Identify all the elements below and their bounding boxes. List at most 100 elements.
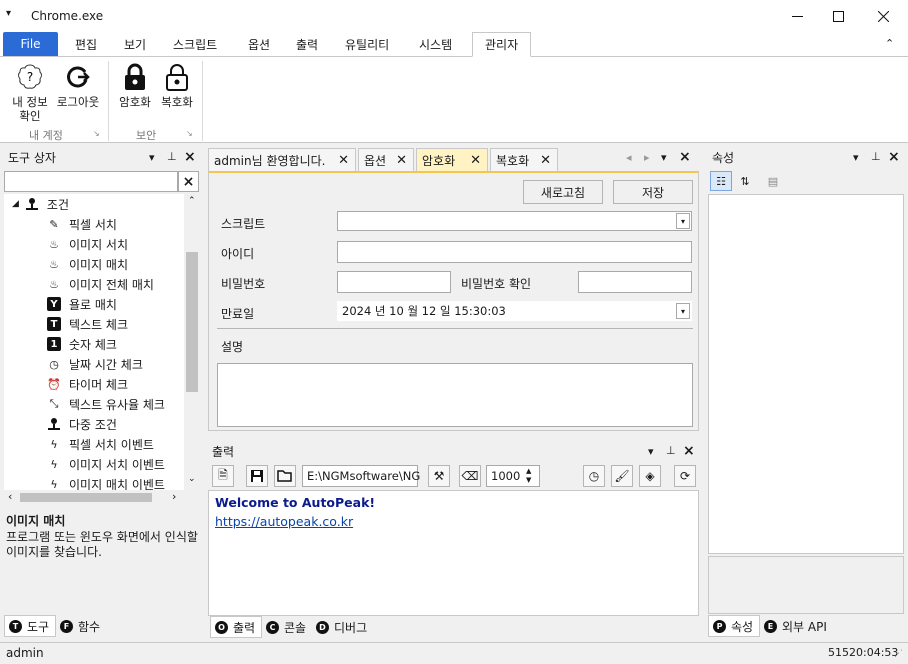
- menu-tab-output[interactable]: 출력: [284, 32, 330, 56]
- clean-icon[interactable]: ⚒: [428, 465, 450, 487]
- menu-tab-system[interactable]: 시스템: [407, 32, 464, 56]
- save-icon[interactable]: [246, 465, 268, 487]
- collapse-ribbon-icon[interactable]: ⌃: [885, 37, 894, 50]
- tab-list-icon[interactable]: ▾: [661, 151, 667, 164]
- maximize-button[interactable]: [815, 0, 861, 32]
- encrypt-button[interactable]: 암호화: [115, 61, 155, 109]
- line-count-stepper[interactable]: 1000: [486, 465, 540, 487]
- close-tab-icon[interactable]: ✕: [396, 153, 407, 168]
- minimize-button[interactable]: [774, 0, 820, 32]
- scroll-down-icon[interactable]: ⌄: [188, 474, 196, 484]
- tree-item-image-full-match[interactable]: ♨ 이미지 전체 매치: [46, 274, 154, 294]
- tab-scroll-right-icon[interactable]: ▸: [644, 151, 650, 164]
- tab-tools[interactable]: T 도구: [4, 615, 56, 637]
- tab-external-api[interactable]: E 외부 API: [760, 615, 834, 637]
- tree-item-number-check[interactable]: 1 숫자 체크: [46, 334, 117, 354]
- tab-scroll-left-icon[interactable]: ◂: [626, 151, 632, 164]
- horizontal-scrollbar[interactable]: ‹ ›: [4, 490, 200, 504]
- id-input[interactable]: [337, 241, 692, 263]
- categorized-icon[interactable]: ☷: [710, 171, 732, 191]
- brush-icon[interactable]: 🖌: [611, 465, 633, 487]
- tab-functions[interactable]: F 함수: [56, 615, 106, 637]
- dropdown-icon[interactable]: ▾: [853, 151, 859, 164]
- doc-tab-options[interactable]: 옵션 ✕: [358, 148, 414, 171]
- menu-tab-utility[interactable]: 유틸리티: [333, 32, 401, 56]
- system-menu-icon[interactable]: ▾: [6, 8, 11, 19]
- save-button[interactable]: 저장: [613, 180, 693, 204]
- toolbox-search-input[interactable]: [4, 171, 178, 192]
- tree-item-text-check[interactable]: T 텍스트 체크: [46, 314, 128, 334]
- dialog-launcher-icon[interactable]: ↘: [186, 129, 193, 138]
- scroll-up-icon[interactable]: ⌃: [188, 196, 196, 206]
- decrypt-button[interactable]: 복호화: [157, 61, 197, 109]
- output-link[interactable]: https://autopeak.co.kr: [215, 514, 353, 529]
- tree-item-datetime-check[interactable]: ◷ 날짜 시간 체크: [46, 354, 143, 374]
- clear-search-button[interactable]: ×: [178, 171, 199, 192]
- expiry-date-picker[interactable]: 2024 년 10 월 12 일 15:30:03: [337, 301, 692, 321]
- eraser-icon[interactable]: ⌫: [459, 465, 481, 487]
- stepper-arrows-icon[interactable]: ▲ ▼: [526, 467, 531, 485]
- hscrollbar-thumb[interactable]: [20, 493, 152, 502]
- close-tab-icon[interactable]: ✕: [470, 153, 481, 168]
- tree-item-image-search-event[interactable]: ϟ 이미지 서치 이벤트: [46, 454, 165, 474]
- property-pages-icon[interactable]: ▤: [762, 171, 784, 191]
- tree-item-pixel-search[interactable]: ✎ 픽셀 서치: [46, 214, 117, 234]
- tree-item-image-search[interactable]: ♨ 이미지 서치: [46, 234, 128, 254]
- property-grid[interactable]: [708, 194, 904, 554]
- close-icon[interactable]: ×: [683, 443, 695, 459]
- menu-tab-options[interactable]: 옵션: [236, 32, 282, 56]
- pin-icon[interactable]: ⊥: [666, 444, 676, 457]
- sort-alpha-icon[interactable]: ⇅: [734, 171, 756, 191]
- close-icon[interactable]: ×: [888, 149, 900, 165]
- menu-tab-script[interactable]: 스크립트: [161, 32, 229, 56]
- tree-item-image-match[interactable]: ♨ 이미지 매치: [46, 254, 128, 274]
- new-file-icon[interactable]: 🗎: [212, 465, 234, 487]
- refresh-icon[interactable]: ⟳: [674, 465, 696, 487]
- dropdown-arrow-icon[interactable]: ▾: [676, 213, 690, 229]
- clock-icon[interactable]: ◷: [583, 465, 605, 487]
- tab-output[interactable]: O 출력: [210, 616, 262, 638]
- pin-icon[interactable]: ⊥: [167, 150, 177, 163]
- paint-bucket-icon[interactable]: ◈: [639, 465, 661, 487]
- collapse-arrow-icon[interactable]: ◢: [12, 199, 19, 209]
- resize-grip-icon[interactable]: ⋰: [894, 649, 903, 659]
- doc-tab-encrypt[interactable]: 암호화 ✕: [416, 148, 488, 171]
- date-dropdown-icon[interactable]: ▾: [676, 303, 690, 319]
- menu-tab-edit[interactable]: 편집: [63, 32, 109, 56]
- password-input[interactable]: [337, 271, 451, 293]
- doc-tab-welcome[interactable]: admin님 환영합니다. ✕: [208, 148, 356, 171]
- doc-tab-decrypt[interactable]: 복호화 ✕: [490, 148, 558, 171]
- tree-item-text-similarity[interactable]: ⤡ 텍스트 유사율 체크: [46, 394, 165, 414]
- file-menu-tab[interactable]: File: [3, 32, 58, 56]
- scroll-left-icon[interactable]: ‹: [8, 490, 12, 503]
- tree-item-multi-condition[interactable]: 다중 조건: [46, 414, 117, 434]
- scroll-right-icon[interactable]: ›: [172, 490, 176, 503]
- close-tab-icon[interactable]: ✕: [540, 153, 551, 168]
- dropdown-icon[interactable]: ▾: [149, 151, 155, 164]
- tab-debug[interactable]: D 디버그: [312, 616, 374, 638]
- dialog-launcher-icon[interactable]: ↘: [93, 129, 100, 138]
- close-icon[interactable]: ×: [184, 149, 196, 165]
- dropdown-icon[interactable]: ▾: [648, 445, 654, 458]
- close-document-icon[interactable]: ×: [679, 149, 691, 165]
- my-info-button[interactable]: ? 내 정보 확인: [8, 61, 52, 123]
- pin-icon[interactable]: ⊥: [871, 150, 881, 163]
- refresh-button[interactable]: 새로고침: [523, 180, 603, 204]
- tree-item-timer-check[interactable]: ⏰ 타이머 체크: [46, 374, 128, 394]
- tab-properties[interactable]: P 속성: [708, 615, 760, 637]
- output-console[interactable]: Welcome to AutoPeak! https://autopeak.co…: [208, 490, 699, 616]
- menu-tab-view[interactable]: 보기: [112, 32, 158, 56]
- tree-root-conditions[interactable]: ◢ 조건: [12, 194, 69, 214]
- tree-item-yolo-match[interactable]: Y 욜로 매치: [46, 294, 117, 314]
- vertical-scrollbar[interactable]: ⌃ ⌄: [184, 194, 200, 490]
- output-path-input[interactable]: E:\NGMsoftware\NG: [302, 465, 420, 487]
- description-textarea[interactable]: [217, 363, 693, 427]
- close-tab-icon[interactable]: ✕: [338, 153, 349, 168]
- tab-console[interactable]: C 콘솔: [262, 616, 312, 638]
- tree-item-pixel-search-event[interactable]: ϟ 픽셀 서치 이벤트: [46, 434, 154, 454]
- open-folder-icon[interactable]: [274, 465, 296, 487]
- script-select[interactable]: [337, 211, 692, 231]
- scrollbar-thumb[interactable]: [186, 252, 198, 392]
- password-confirm-input[interactable]: [578, 271, 692, 293]
- close-window-button[interactable]: [860, 0, 906, 32]
